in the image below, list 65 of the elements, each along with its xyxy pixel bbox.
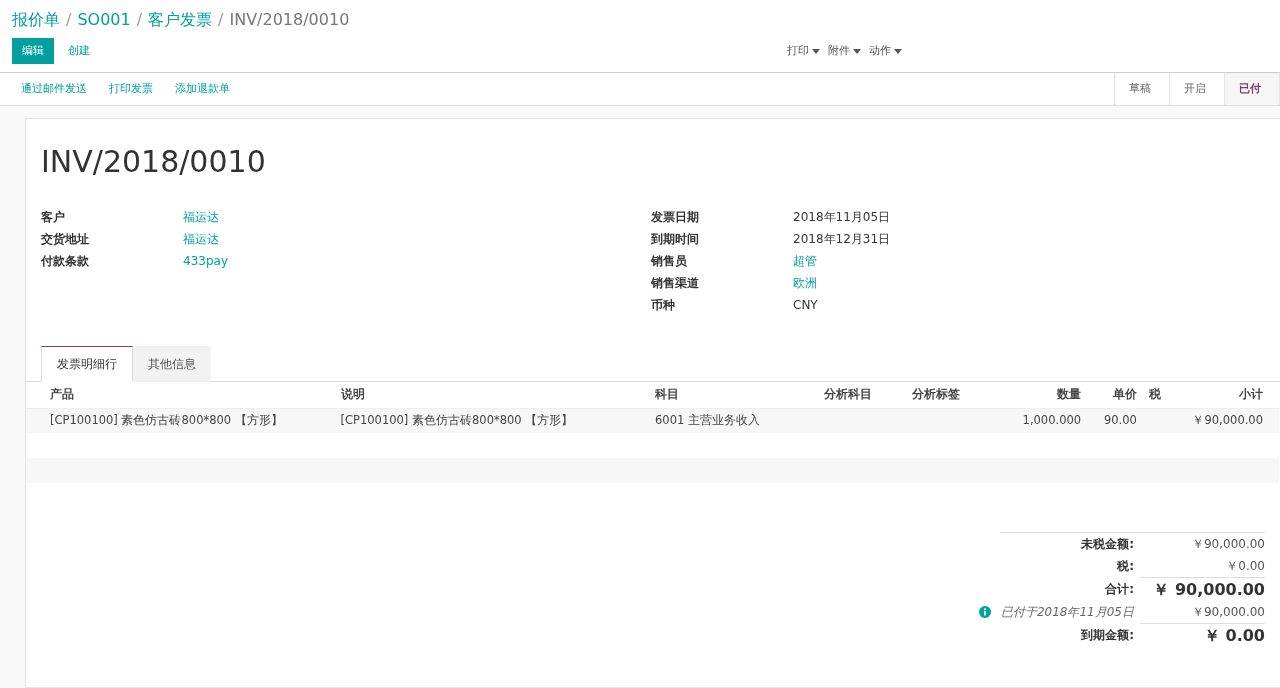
- breadcrumb-link[interactable]: 报价单: [12, 8, 60, 32]
- column-header: 产品: [26, 382, 341, 408]
- tab[interactable]: 发票明细行: [41, 346, 133, 382]
- table-cell: 90.00: [1081, 408, 1137, 433]
- breadcrumb-separator: /: [66, 9, 72, 31]
- create-button[interactable]: 创建: [58, 38, 100, 64]
- menu-dropdown[interactable]: 打印: [787, 42, 820, 60]
- total-value: ￥90,000.00: [1190, 604, 1265, 621]
- column-header: 单价: [1081, 382, 1137, 408]
- field-label: 销售员: [651, 253, 688, 270]
- action-button[interactable]: 打印发票: [109, 80, 153, 98]
- invoice-title: INV/2018/0010: [40, 143, 267, 181]
- total-value: ￥ 0.00: [1140, 622, 1265, 648]
- column-header: 小计: [1167, 382, 1279, 408]
- table-cell: 1,000.000: [979, 408, 1082, 433]
- field-label: 客户: [41, 209, 66, 226]
- table-cell: [CP100100] 素色仿古砖800*800 【方形】: [340, 408, 656, 433]
- table-cell: 6001 主营业务收入: [655, 408, 808, 433]
- field-value: 2018年11月05日: [793, 209, 891, 226]
- caret-icon: [812, 48, 820, 54]
- breadcrumb-separator: /: [136, 9, 143, 31]
- column-header: 科目: [655, 382, 808, 408]
- column-header: 说明: [340, 382, 656, 408]
- action-button[interactable]: 添加退款单: [175, 80, 230, 98]
- tab[interactable]: 其他信息: [133, 346, 211, 382]
- field-link[interactable]: 欧洲: [793, 274, 817, 292]
- edit-button[interactable]: 编辑: [12, 38, 54, 64]
- field-label: 交货地址: [41, 231, 90, 248]
- column-header: 分析标签: [888, 382, 980, 408]
- breadcrumb-separator: /: [218, 9, 224, 31]
- table-cell: ￥90,000.00: [1167, 408, 1279, 433]
- field-label: 发票日期: [651, 209, 700, 226]
- column-header: 分析科目: [807, 382, 889, 408]
- menu-dropdown[interactable]: 附件: [828, 42, 861, 60]
- caret-icon: [894, 48, 902, 54]
- field-value: 2018年12月31日: [793, 231, 891, 248]
- field-link[interactable]: 433pay: [183, 252, 228, 270]
- breadcrumb-link[interactable]: 客户发票: [148, 8, 213, 32]
- status-stage[interactable]: 草稿: [1115, 73, 1170, 105]
- field-label: 币种: [651, 297, 676, 314]
- total-value: ￥0.00: [1225, 558, 1265, 575]
- total-label: 税:: [1117, 558, 1134, 575]
- info-icon: [978, 606, 991, 618]
- menu-dropdown[interactable]: 动作: [869, 42, 902, 60]
- status-stage[interactable]: 已付: [1225, 73, 1280, 105]
- column-header: 税: [1136, 382, 1168, 408]
- field-link[interactable]: 超管: [793, 252, 817, 270]
- field-label: 到期时间: [651, 231, 700, 248]
- field-label: 销售渠道: [651, 275, 700, 292]
- field-value: CNY: [793, 297, 818, 314]
- total-value: ￥90,000.00: [1190, 536, 1265, 553]
- breadcrumb-current: INV/2018/0010: [229, 9, 350, 31]
- total-label: 未税金额:: [1081, 536, 1134, 553]
- field-link[interactable]: 福运达: [183, 230, 219, 248]
- total-value: ￥ 90,000.00: [1140, 576, 1265, 602]
- column-header: 数量: [979, 382, 1082, 408]
- payment-note: 已付于2018年11月05日: [1000, 604, 1134, 621]
- total-label: 到期金额:: [1081, 627, 1134, 644]
- total-label: 合计:: [1105, 581, 1134, 598]
- field-link[interactable]: 福运达: [183, 208, 219, 226]
- field-label: 付款条款: [41, 253, 90, 270]
- caret-icon: [853, 48, 861, 54]
- table-cell: [CP100100] 素色仿古砖800*800 【方形】: [26, 408, 341, 433]
- action-button[interactable]: 通过邮件发送: [21, 80, 87, 98]
- breadcrumb-link[interactable]: SO001: [77, 8, 131, 32]
